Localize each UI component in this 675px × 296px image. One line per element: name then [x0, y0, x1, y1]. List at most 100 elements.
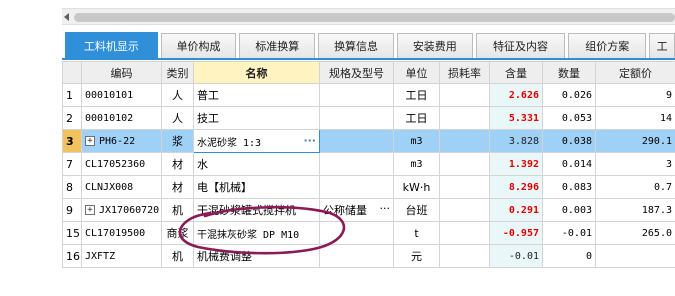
cell-content[interactable]: 0.291: [489, 198, 543, 222]
table-row-selected[interactable]: 3 + PH6-22 浆 水泥砂浆 1:3 ··· m3 3.828 0.038 2…: [62, 129, 675, 153]
cell-loss-rate[interactable]: [439, 129, 490, 153]
header-loss-rate[interactable]: 损耗率: [439, 61, 490, 84]
header-content[interactable]: 含量: [489, 61, 543, 84]
cell-code[interactable]: JXFTZ: [81, 244, 162, 268]
cell-spec[interactable]: [319, 175, 394, 199]
horizontal-scrollbar[interactable]: [62, 8, 675, 25]
header-unit[interactable]: 单位: [393, 61, 440, 84]
cell-spec[interactable]: 公称储量 ···: [319, 198, 394, 222]
cell-quota-price[interactable]: 290.1: [595, 129, 675, 153]
cell-name[interactable]: 水: [193, 152, 320, 176]
table-row[interactable]: 1 00010101 人 普工 工日 2.626 0.026 9: [62, 83, 675, 107]
cell-quota-price[interactable]: 0.7: [595, 175, 675, 199]
cell-content[interactable]: -0.01: [489, 244, 543, 268]
cell-code[interactable]: CL17052360: [81, 152, 162, 176]
cell-loss-rate[interactable]: [439, 198, 490, 222]
cell-unit[interactable]: 工日: [393, 106, 440, 130]
cell-category[interactable]: 机: [161, 198, 194, 222]
cell-content[interactable]: 2.626: [489, 83, 543, 107]
cell-loss-rate[interactable]: [439, 244, 490, 268]
cell-unit[interactable]: t: [393, 221, 440, 245]
tab-features-content[interactable]: 特征及内容: [475, 33, 566, 58]
cell-quota-price[interactable]: 14: [595, 106, 675, 130]
header-index: [62, 61, 82, 84]
cell-spec[interactable]: [319, 83, 394, 107]
cell-content[interactable]: 8.296: [489, 175, 543, 199]
tab-installation-fee[interactable]: 安装费用: [396, 33, 473, 58]
cell-quota-price[interactable]: 3: [595, 152, 675, 176]
cell-quota-price[interactable]: 265.0: [595, 221, 675, 245]
cell-name[interactable]: 干混砂浆罐式搅拌机: [193, 198, 320, 222]
cell-spec[interactable]: [319, 221, 394, 245]
cell-loss-rate[interactable]: [439, 83, 490, 107]
cell-content[interactable]: 5.331: [489, 106, 543, 130]
cell-name[interactable]: 机械费调整: [193, 244, 320, 268]
cell-unit[interactable]: 元: [393, 244, 440, 268]
tab-unit-price-composition[interactable]: 单价构成: [160, 33, 237, 58]
cell-quota-price[interactable]: [595, 244, 675, 268]
cell-quota-price[interactable]: 187.3: [595, 198, 675, 222]
row-index: 7: [62, 152, 82, 176]
scroll-left-arrow-icon[interactable]: [64, 13, 69, 21]
table-row[interactable]: 15 CL17019500 商浆 干混抹灰砂浆 DP M10 t -0.957 …: [62, 221, 675, 245]
cell-unit[interactable]: 台班: [393, 198, 440, 222]
cell-name[interactable]: 技工: [193, 106, 320, 130]
cell-loss-rate[interactable]: [439, 221, 490, 245]
cell-spec[interactable]: [319, 129, 394, 153]
header-category[interactable]: 类别: [161, 61, 194, 84]
cell-name[interactable]: 电【机械】: [193, 175, 320, 199]
header-code[interactable]: 编码: [81, 61, 162, 84]
header-name[interactable]: 名称: [193, 61, 320, 84]
cell-category[interactable]: 材: [161, 152, 194, 176]
tab-standard-conversion[interactable]: 标准换算: [239, 33, 316, 58]
header-spec[interactable]: 规格及型号: [319, 61, 394, 84]
cell-loss-rate[interactable]: [439, 152, 490, 176]
cell-spec[interactable]: [319, 244, 394, 268]
cell-category[interactable]: 人: [161, 83, 194, 107]
cell-quantity: 0: [542, 244, 596, 268]
cell-unit[interactable]: kW·h: [393, 175, 440, 199]
cell-name[interactable]: 干混抹灰砂浆 DP M10: [193, 221, 320, 245]
cell-unit[interactable]: m3: [393, 129, 440, 153]
cell-spec[interactable]: [319, 152, 394, 176]
cell-category[interactable]: 浆: [161, 129, 194, 153]
table-row[interactable]: 16 JXFTZ 机 机械费调整 元 -0.01 0: [62, 244, 675, 268]
cell-quota-price[interactable]: 9: [595, 83, 675, 107]
ellipsis-button[interactable]: ···: [303, 134, 316, 147]
cell-content[interactable]: 3.828: [489, 129, 543, 153]
cell-name-editing[interactable]: 水泥砂浆 1:3 ···: [193, 129, 320, 153]
cell-category[interactable]: 机: [161, 244, 194, 268]
cell-spec[interactable]: [319, 106, 394, 130]
table-row[interactable]: 7 CL17052360 材 水 m3 1.392 0.014 3: [62, 152, 675, 176]
cell-loss-rate[interactable]: [439, 106, 490, 130]
cell-category[interactable]: 商浆: [161, 221, 194, 245]
cell-code[interactable]: CLNJX008: [81, 175, 162, 199]
cell-loss-rate[interactable]: [439, 175, 490, 199]
tab-pricing-scheme[interactable]: 组价方案: [568, 33, 647, 58]
tab-labor-material-machine[interactable]: 工料机显示: [65, 32, 158, 58]
cell-name[interactable]: 普工: [193, 83, 320, 107]
header-quota-price[interactable]: 定额价: [595, 61, 675, 84]
cell-category[interactable]: 材: [161, 175, 194, 199]
table-row[interactable]: 2 00010102 人 技工 工日 5.331 0.053 14: [62, 106, 675, 130]
cell-code[interactable]: + JX17060720: [81, 198, 162, 222]
expand-icon[interactable]: +: [85, 204, 95, 215]
cell-content[interactable]: 1.392: [489, 152, 543, 176]
cell-name-text[interactable]: 水泥砂浆 1:3: [197, 138, 261, 149]
cell-code[interactable]: 00010101: [81, 83, 162, 107]
expand-icon[interactable]: +: [85, 135, 95, 146]
tab-conversion-info[interactable]: 换算信息: [318, 33, 394, 58]
cell-unit[interactable]: m3: [393, 152, 440, 176]
table-row[interactable]: 9 + JX17060720 机 干混砂浆罐式搅拌机 公称储量 ··· 台班 0.2…: [62, 198, 675, 222]
scroll-thumb[interactable]: [74, 13, 675, 22]
table-row[interactable]: 8 CLNJX008 材 电【机械】 kW·h 8.296 0.083 0.7: [62, 175, 675, 199]
cell-code[interactable]: CL17019500: [81, 221, 162, 245]
cell-content[interactable]: -0.957: [489, 221, 543, 245]
cell-category[interactable]: 人: [161, 106, 194, 130]
cell-unit[interactable]: 工日: [393, 83, 440, 107]
cell-code[interactable]: 00010102: [81, 106, 162, 130]
tab-overflow[interactable]: 工: [649, 33, 675, 58]
tab-bar: 工料机显示 单价构成 标准换算 换算信息 安装费用 特征及内容 组价方案 工: [62, 32, 675, 60]
header-quantity[interactable]: 数量: [542, 61, 596, 84]
cell-code[interactable]: + PH6-22: [81, 129, 162, 153]
